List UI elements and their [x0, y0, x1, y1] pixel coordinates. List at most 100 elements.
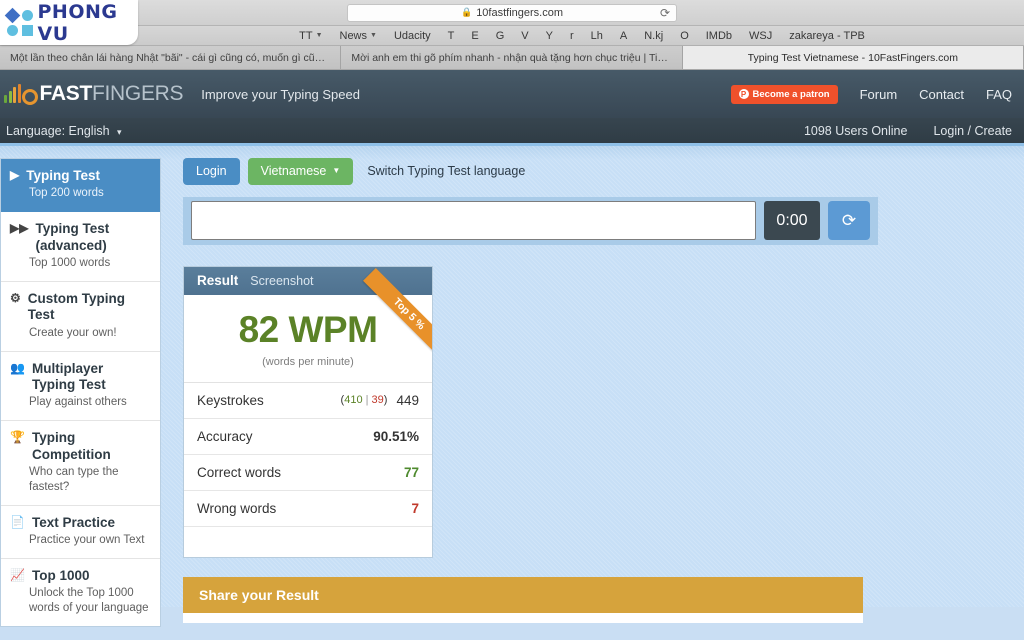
typing-input[interactable]	[191, 201, 756, 240]
users-online-count: 1098 Users Online	[804, 124, 908, 138]
bookmark-item[interactable]: T	[448, 30, 455, 42]
users-icon: 👥	[10, 361, 25, 376]
wpm-value: 82 WPM	[184, 311, 432, 348]
address-bar[interactable]: 🔒 10fastfingers.com ⟳	[347, 4, 677, 22]
sidebar-item-subtitle: Who can type the fastest?	[10, 465, 150, 494]
bookmark-item[interactable]: IMDb	[706, 30, 732, 42]
browser-tab[interactable]: Mời anh em thi gõ phím nhanh - nhận quà …	[341, 46, 682, 69]
sidebar-item-subtitle: Top 200 words	[10, 186, 150, 201]
sidebar-item-text-practice[interactable]: 📄Text PracticePractice your own Text	[1, 506, 160, 559]
bookmark-item[interactable]: Lh	[591, 30, 603, 42]
tab-screenshot[interactable]: Screenshot	[250, 274, 313, 288]
bookmark-label: G	[496, 30, 505, 42]
logo-fingers-text: FINGERS	[92, 82, 183, 106]
browser-tab-title: Một lần theo chân lái hàng Nhật "bãi" - …	[10, 52, 330, 64]
main-content: Login Vietnamese ▼ Switch Typing Test la…	[161, 146, 1024, 607]
bookmark-item[interactable]: O	[680, 30, 689, 42]
nav-link-contact[interactable]: Contact	[919, 87, 964, 102]
sidebar-item-subtitle: Unlock the Top 1000 words of your langua…	[10, 586, 150, 615]
bookmark-item[interactable]: WSJ	[749, 30, 772, 42]
result-row-value: 77	[404, 465, 419, 480]
become-a-patron-button[interactable]: P Become a patron	[731, 85, 838, 104]
nav-link-forum[interactable]: Forum	[860, 87, 898, 102]
bookmark-item[interactable]: E	[471, 30, 478, 42]
sidebar-item-custom-typing-test[interactable]: ⚙Custom Typing TestCreate your own!	[1, 282, 160, 352]
bookmarks-bar: TT▼News▼UdacityTEGVYrLhAN.kjOIMDbWSJzaka…	[0, 26, 1024, 46]
site-brand[interactable]: FAST FINGERS	[4, 82, 183, 106]
logo-fast-text: FAST	[40, 82, 92, 106]
bookmark-item[interactable]: Y	[546, 30, 553, 42]
switch-language-note: Switch Typing Test language	[367, 164, 525, 178]
keystrokes-wrong: 39	[372, 394, 384, 406]
bookmark-item[interactable]: Udacity	[394, 30, 431, 42]
sidebar-item-typing-test-advanced[interactable]: ▶▶Typing Test (advanced)Top 1000 words	[1, 212, 160, 282]
sidebar-item-typing-test[interactable]: ▶Typing TestTop 200 words	[1, 159, 160, 212]
keystrokes-breakdown: (410 | 39)	[341, 394, 388, 406]
wpm-section: Top 5 % 82 WPM (words per minute)	[184, 295, 432, 383]
caret-down-icon: ▼	[332, 167, 340, 175]
fastfingers-logo: FAST FINGERS	[4, 82, 183, 106]
result-card: Result Screenshot Top 5 % 82 WPM (words …	[183, 266, 433, 558]
bookmark-item[interactable]: N.kj	[644, 30, 663, 42]
sidebar-item-subtitle: Top 1000 words	[10, 256, 150, 271]
bookmark-label: A	[620, 30, 627, 42]
sub-header-bar: Language: English ▾ 1098 Users Online Lo…	[0, 118, 1024, 146]
bookmark-item[interactable]: TT▼	[299, 30, 322, 42]
circle-icon	[22, 10, 33, 21]
bar-chart-icon: 📈	[10, 568, 25, 583]
tab-result[interactable]: Result	[197, 273, 238, 288]
language-selector-label: Language: English	[6, 124, 110, 138]
bookmark-label: T	[448, 30, 455, 42]
timer-display: 0:00	[764, 201, 820, 240]
chevron-down-icon: ▾	[117, 127, 122, 137]
result-row-label: Correct words	[197, 465, 281, 480]
site-tagline: Improve your Typing Speed	[201, 87, 360, 102]
bookmark-item[interactable]: G	[496, 30, 505, 42]
browser-tab[interactable]: Typing Test Vietnamese - 10FastFingers.c…	[683, 46, 1024, 69]
bookmark-label: IMDb	[706, 30, 732, 42]
bookmark-item[interactable]: V	[521, 30, 528, 42]
circle-icon	[7, 25, 18, 36]
bookmark-label: zakareya - TPB	[789, 30, 865, 42]
sidebar-item-label: Custom Typing Test	[28, 291, 150, 324]
keystrokes-correct: 410	[344, 394, 362, 406]
phong-vu-logo-overlay: PHONG VU	[0, 0, 138, 45]
bookmark-item[interactable]: r	[570, 30, 574, 42]
sidebar-item-label: Typing Test	[26, 168, 100, 184]
login-button[interactable]: Login	[183, 158, 240, 185]
bookmark-label: r	[570, 30, 574, 42]
result-row-value: 90.51%	[373, 429, 419, 444]
nav-link-faq[interactable]: FAQ	[986, 87, 1012, 102]
sidebar-item-multiplayer-typing-test[interactable]: 👥Multiplayer Typing TestPlay against oth…	[1, 352, 160, 422]
sidebar: ▶Typing TestTop 200 words▶▶Typing Test (…	[0, 158, 161, 627]
reload-icon[interactable]: ⟳	[660, 6, 670, 20]
language-selector[interactable]: Language: English ▾	[6, 124, 122, 138]
bookmark-label: O	[680, 30, 689, 42]
logo-zero-ring	[22, 89, 38, 105]
document-icon: 📄	[10, 515, 25, 530]
result-row: Correct words 77	[184, 455, 432, 491]
result-row-label: Accuracy	[197, 429, 253, 444]
bookmark-label: News	[340, 30, 368, 42]
sidebar-item-subtitle: Play against others	[10, 395, 150, 410]
bookmark-item[interactable]: A	[620, 30, 627, 42]
bookmark-item[interactable]: zakareya - TPB	[789, 30, 865, 42]
browser-tab[interactable]: Một lần theo chân lái hàng Nhật "bãi" - …	[0, 46, 341, 69]
sidebar-item-typing-competition[interactable]: 🏆 Typing CompetitionWho can type the fast…	[1, 421, 160, 505]
trophy-icon: 🏆	[10, 430, 25, 445]
chevron-down-icon: ▼	[370, 32, 377, 39]
patron-label: Become a patron	[753, 89, 830, 100]
browser-tab-title: Typing Test Vietnamese - 10FastFingers.c…	[748, 52, 958, 64]
sidebar-item-label: Typing Competition	[32, 430, 150, 463]
chevron-down-icon: ▼	[316, 32, 323, 39]
test-language-dropdown[interactable]: Vietnamese ▼	[248, 158, 354, 185]
refresh-icon[interactable]: ⟳	[828, 201, 870, 240]
bookmark-item[interactable]: News▼	[340, 30, 377, 42]
login-create-link[interactable]: Login / Create	[933, 124, 1012, 138]
bookmark-label: Lh	[591, 30, 603, 42]
test-language-label: Vietnamese	[261, 165, 327, 178]
header-nav: P Become a patron Forum Contact FAQ	[731, 85, 1012, 104]
sidebar-item-subtitle: Create your own!	[10, 326, 150, 341]
result-footer-spacer	[184, 527, 432, 557]
sidebar-item-top-1000[interactable]: 📈Top 1000Unlock the Top 1000 words of yo…	[1, 559, 160, 626]
